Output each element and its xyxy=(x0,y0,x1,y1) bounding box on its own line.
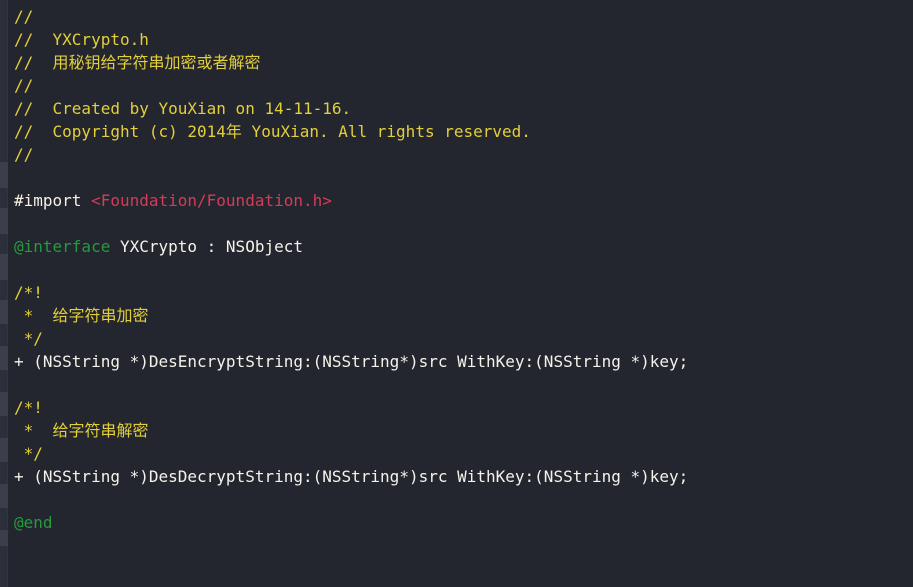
code-token-comment: // 用秘钥给字符串加密或者解密 xyxy=(14,53,261,72)
code-line[interactable]: // Copyright (c) 2014年 YouXian. All righ… xyxy=(14,120,904,143)
code-token-comment: */ xyxy=(14,329,43,348)
code-line[interactable]: @end xyxy=(14,511,904,534)
code-line[interactable]: /*! xyxy=(14,396,904,419)
code-line[interactable]: // xyxy=(14,143,904,166)
code-line[interactable]: + (NSString *)DesDecryptString:(NSString… xyxy=(14,465,904,488)
code-token-blank xyxy=(14,490,24,509)
code-token-blank xyxy=(14,168,24,187)
code-line[interactable]: #import <Foundation/Foundation.h> xyxy=(14,189,904,212)
code-token-comment: /*! xyxy=(14,398,43,417)
code-line[interactable]: + (NSString *)DesEncryptString:(NSString… xyxy=(14,350,904,373)
code-line[interactable]: // xyxy=(14,74,904,97)
code-line[interactable]: // xyxy=(14,5,904,28)
code-line[interactable]: // Created by YouXian on 14-11-16. xyxy=(14,97,904,120)
gutter-mark xyxy=(0,484,8,508)
code-line[interactable] xyxy=(14,373,904,396)
gutter-mark xyxy=(0,208,8,234)
code-token-comment: * 给字符串解密 xyxy=(14,421,149,440)
gutter-mark xyxy=(0,254,8,280)
code-line[interactable] xyxy=(14,166,904,189)
code-line[interactable]: @interface YXCrypto : NSObject xyxy=(14,235,904,258)
code-token-comment: */ xyxy=(14,444,43,463)
code-line[interactable] xyxy=(14,488,904,511)
code-line[interactable]: // YXCrypto.h xyxy=(14,28,904,51)
code-line[interactable]: /*! xyxy=(14,281,904,304)
gutter-mark xyxy=(0,300,8,324)
code-token-string: <Foundation/Foundation.h> xyxy=(91,191,332,210)
code-token-at: @interface xyxy=(14,237,111,256)
code-token-at: @end xyxy=(14,513,53,532)
gutter-mark xyxy=(0,162,8,188)
gutter-mark xyxy=(0,530,8,546)
code-line[interactable] xyxy=(14,212,904,235)
code-token-keyword: #import xyxy=(14,191,92,210)
code-token-comment: // xyxy=(14,7,34,26)
code-editor-pane[interactable]: // // YXCrypto.h // 用秘钥给字符串加密或者解密 // // Crea… xyxy=(0,0,913,587)
code-token-comment: * 给字符串加密 xyxy=(14,306,149,325)
code-token-comment: // xyxy=(14,76,34,95)
code-token-blank xyxy=(14,375,24,394)
code-content[interactable]: // // YXCrypto.h // 用秘钥给字符串加密或者解密 // // Crea… xyxy=(14,5,904,534)
code-token-plain: + (NSString *)DesDecryptString:(NSString… xyxy=(14,467,689,486)
code-token-comment: // Created by YouXian on 14-11-16. xyxy=(14,99,352,118)
code-line[interactable] xyxy=(14,258,904,281)
code-token-comment: // YXCrypto.h xyxy=(14,30,149,49)
editor-gutter[interactable] xyxy=(0,0,8,587)
code-token-blank xyxy=(14,214,24,233)
code-line[interactable]: * 给字符串解密 xyxy=(14,419,904,442)
code-token-comment: /*! xyxy=(14,283,43,302)
code-line[interactable]: */ xyxy=(14,327,904,350)
code-token-plain: + (NSString *)DesEncryptString:(NSString… xyxy=(14,352,689,371)
gutter-mark xyxy=(0,438,8,462)
code-token-comment: // xyxy=(14,145,34,164)
code-token-blank xyxy=(14,260,24,279)
code-line[interactable]: */ xyxy=(14,442,904,465)
gutter-mark xyxy=(0,392,8,416)
code-token-comment: // Copyright (c) 2014年 YouXian. All righ… xyxy=(14,122,531,141)
gutter-mark xyxy=(0,346,8,370)
code-token-plain: YXCrypto : NSObject xyxy=(110,237,303,256)
code-line[interactable]: // 用秘钥给字符串加密或者解密 xyxy=(14,51,904,74)
code-line[interactable]: * 给字符串加密 xyxy=(14,304,904,327)
